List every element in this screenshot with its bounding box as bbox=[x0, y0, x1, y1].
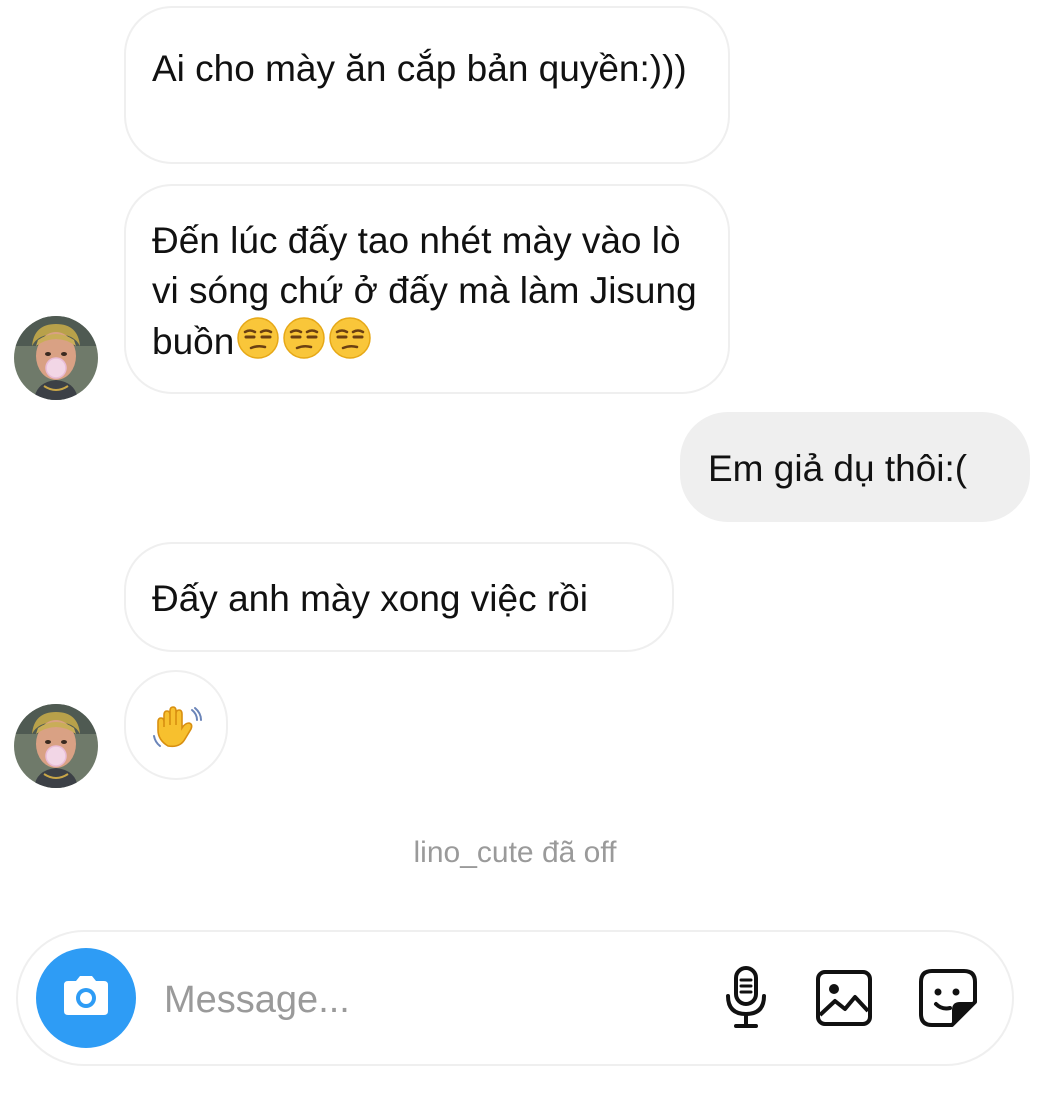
unamused-face-icon bbox=[328, 316, 372, 373]
image-gallery-icon bbox=[815, 969, 873, 1032]
camera-button[interactable] bbox=[36, 948, 136, 1048]
message-bubble-outgoing[interactable]: Em giả dụ thôi:( bbox=[680, 412, 1030, 522]
unamused-face-icon bbox=[236, 316, 280, 373]
message-bubble[interactable]: Đấy anh mày xong việc rồi bbox=[124, 542, 674, 652]
microphone-icon bbox=[724, 965, 768, 1035]
sticker-icon bbox=[918, 968, 978, 1033]
sender-avatar[interactable] bbox=[14, 704, 98, 788]
message-text: Ai cho mày ăn cắp bản quyền:))) bbox=[152, 48, 687, 89]
sticker-button[interactable] bbox=[912, 964, 984, 1036]
message-input[interactable] bbox=[164, 970, 664, 1030]
message-bubble-emoji[interactable] bbox=[124, 670, 228, 780]
waving-hand-icon bbox=[152, 706, 202, 765]
message-bubble[interactable]: Ai cho mày ăn cắp bản quyền:))) bbox=[124, 6, 730, 164]
camera-icon bbox=[58, 973, 114, 1024]
microphone-button[interactable] bbox=[710, 964, 782, 1036]
message-text: Đấy anh mày xong việc rồi bbox=[152, 578, 588, 619]
message-text: Em giả dụ thôi:( bbox=[708, 448, 968, 489]
presence-status: lino_cute đã off bbox=[413, 836, 617, 869]
unamused-face-icon bbox=[282, 316, 326, 373]
gallery-button[interactable] bbox=[808, 964, 880, 1036]
message-composer bbox=[16, 930, 1014, 1066]
message-text: Đến lúc đấy tao nhét mày vào lò vi sóng … bbox=[152, 216, 702, 373]
message-bubble[interactable]: Đến lúc đấy tao nhét mày vào lò vi sóng … bbox=[124, 184, 730, 394]
sender-avatar[interactable] bbox=[14, 316, 98, 400]
